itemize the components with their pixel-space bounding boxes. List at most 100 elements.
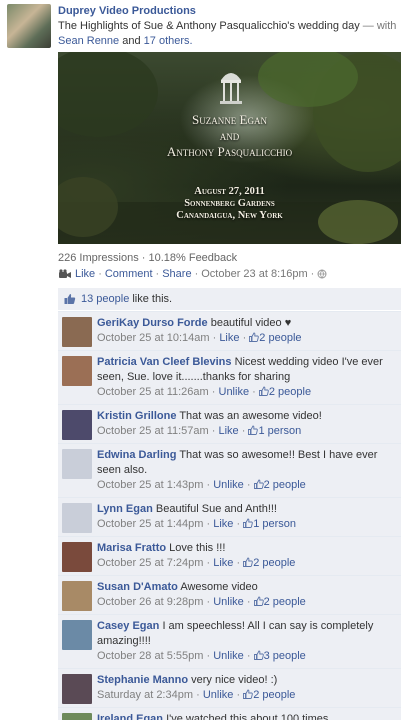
like-link[interactable]: Like — [75, 268, 95, 280]
commenter-avatar[interactable] — [62, 674, 92, 704]
share-link[interactable]: Share — [162, 268, 191, 280]
separator: · — [246, 650, 251, 662]
comment-likers-link[interactable]: 2 people — [253, 557, 295, 569]
comment-timestamp: October 25 at 11:57am — [97, 425, 209, 437]
comment-like-link[interactable]: Like — [213, 518, 233, 530]
comment-like-link[interactable]: Like — [219, 425, 239, 437]
comment-likers-link[interactable]: 1 person — [258, 425, 301, 437]
post-message: The Highlights of Sue & Anthony Pasquali… — [58, 20, 360, 32]
comment-text: very nice video! :) — [191, 674, 278, 686]
comment-item: GeriKay Durso Forde beautiful video ♥ Oct… — [58, 311, 401, 350]
separator: · — [236, 557, 241, 569]
commenter-avatar[interactable] — [62, 410, 92, 440]
comment-like-link[interactable]: Like — [213, 557, 233, 569]
comment-item: Patricia Van Cleef Blevins Nicest weddin… — [58, 350, 401, 404]
separator: · — [252, 386, 256, 398]
commenter-name-link[interactable]: Kristin Grillone — [97, 410, 176, 422]
commenter-name-link[interactable]: Edwina Darling — [97, 449, 176, 461]
commenter-name-link[interactable]: Lynn Egan — [97, 503, 153, 515]
thumbs-up-icon — [248, 425, 259, 435]
comment-item: Ireland Egan I've watched this about 100… — [58, 707, 401, 720]
comment-like-link[interactable]: Unlike — [213, 479, 244, 491]
comment-text: Love this !!! — [169, 542, 226, 554]
comment-likers-link[interactable]: 2 people — [253, 689, 295, 701]
comment-likers-link[interactable]: 1 person — [253, 518, 296, 530]
commenter-name-link[interactable]: Ireland Egan — [97, 713, 163, 720]
comment-timestamp: Saturday at 2:34pm — [97, 689, 194, 701]
wall-post: Duprey Video Productions The Highlights … — [0, 0, 409, 720]
post-actions: Like · Comment · Share · October 23 at 8… — [58, 268, 327, 280]
thumbs-up-icon — [253, 650, 264, 660]
commenter-name-link[interactable]: Patricia Van Cleef Blevins — [97, 356, 232, 368]
comment-timestamp: October 26 at 9:28pm — [97, 596, 204, 608]
comment-likers-link[interactable]: 2 people — [269, 386, 311, 398]
likers-link[interactable]: 13 people — [81, 293, 129, 305]
thumbs-up-icon — [253, 479, 264, 489]
separator: · — [206, 596, 211, 608]
separator: · — [246, 479, 251, 491]
comment-like-link[interactable]: Like — [219, 332, 239, 344]
commenter-avatar[interactable] — [62, 449, 92, 479]
commenter-name-link[interactable]: Marisa Fratto — [97, 542, 166, 554]
commenter-name-link[interactable]: GeriKay Durso Forde — [97, 317, 208, 329]
comment-text: beautiful video ♥ — [210, 317, 292, 329]
comment-likers-link[interactable]: 2 people — [264, 596, 306, 608]
video-title-names: Suzanne Egan and Anthony Pasqualicchio — [58, 112, 401, 160]
separator: · — [206, 518, 211, 530]
comment-like-link[interactable]: Unlike — [213, 596, 244, 608]
comment-timestamp: October 25 at 7:24pm — [97, 557, 204, 569]
separator: · — [242, 332, 247, 344]
separator: · — [211, 386, 216, 398]
commenter-name-link[interactable]: Casey Egan — [97, 620, 159, 632]
video-camera-icon — [59, 268, 71, 278]
thumbs-up-icon — [64, 294, 76, 304]
page-avatar[interactable] — [7, 4, 51, 48]
commenter-avatar[interactable] — [62, 542, 92, 572]
thumbs-up-icon — [258, 386, 269, 396]
separator: · — [155, 268, 160, 280]
thumbs-up-icon — [243, 557, 253, 567]
comment-timestamp: October 25 at 10:14am — [97, 332, 210, 344]
separator: · — [236, 518, 241, 530]
comment-likers-link[interactable]: 2 people — [264, 479, 306, 491]
comment-likers-link[interactable]: 2 people — [259, 332, 301, 344]
comment-item: Edwina Darling That was so awesome!! Bes… — [58, 443, 401, 497]
comment-item: Marisa Fratto Love this !!! October 25 at… — [58, 536, 401, 575]
comment-link[interactable]: Comment — [105, 268, 153, 280]
commenter-avatar[interactable] — [62, 356, 92, 386]
comment-item: Susan D'Amato Awesome video October 26 at… — [58, 575, 401, 614]
gazebo-dome — [220, 73, 242, 104]
comment-text: Beautiful Sue and Anth!!! — [155, 503, 277, 515]
tagged-person-link[interactable]: Sean Renne — [58, 35, 119, 47]
comment-timestamp: October 28 at 5:55pm — [97, 650, 204, 662]
comment-timestamp: October 25 at 1:43pm — [97, 479, 204, 491]
video-thumbnail[interactable]: Suzanne Egan and Anthony Pasqualicchio A… — [58, 52, 401, 244]
separator: · — [98, 268, 102, 280]
commenter-avatar[interactable] — [62, 503, 92, 533]
commenter-avatar[interactable] — [62, 620, 92, 650]
author-link[interactable]: Duprey Video Productions — [58, 5, 196, 17]
comment-like-link[interactable]: Unlike — [203, 689, 234, 701]
separator: · — [206, 479, 211, 491]
separator: · — [212, 332, 217, 344]
commenter-name-link[interactable]: Susan D'Amato — [97, 581, 178, 593]
comment-like-link[interactable]: Unlike — [219, 386, 250, 398]
commenter-avatar[interactable] — [62, 713, 92, 720]
commenter-avatar[interactable] — [62, 581, 92, 611]
comment-text: That was an awesome video! — [179, 410, 322, 422]
comment-like-link[interactable]: Unlike — [213, 650, 244, 662]
separator: · — [241, 425, 246, 437]
wedding-date: August 27, 2011 — [194, 186, 265, 197]
commenter-name-link[interactable]: Stephanie Manno — [97, 674, 188, 686]
thumbs-up-icon — [243, 689, 253, 699]
and-word: and — [219, 128, 240, 143]
commenter-avatar[interactable] — [62, 317, 92, 347]
groom-name: Anthony Pasqualicchio — [166, 144, 293, 159]
post-text: The Highlights of Sue & Anthony Pasquali… — [58, 19, 403, 49]
comment-text: Awesome video — [180, 581, 258, 593]
thumbs-up-icon — [243, 518, 253, 528]
likes-suffix: like this. — [132, 293, 173, 305]
tagged-others-link[interactable]: 17 others. — [144, 35, 193, 47]
comment-likers-link[interactable]: 3 people — [264, 650, 306, 662]
comment-item: Casey Egan I am speechless! All I can sa… — [58, 614, 401, 668]
